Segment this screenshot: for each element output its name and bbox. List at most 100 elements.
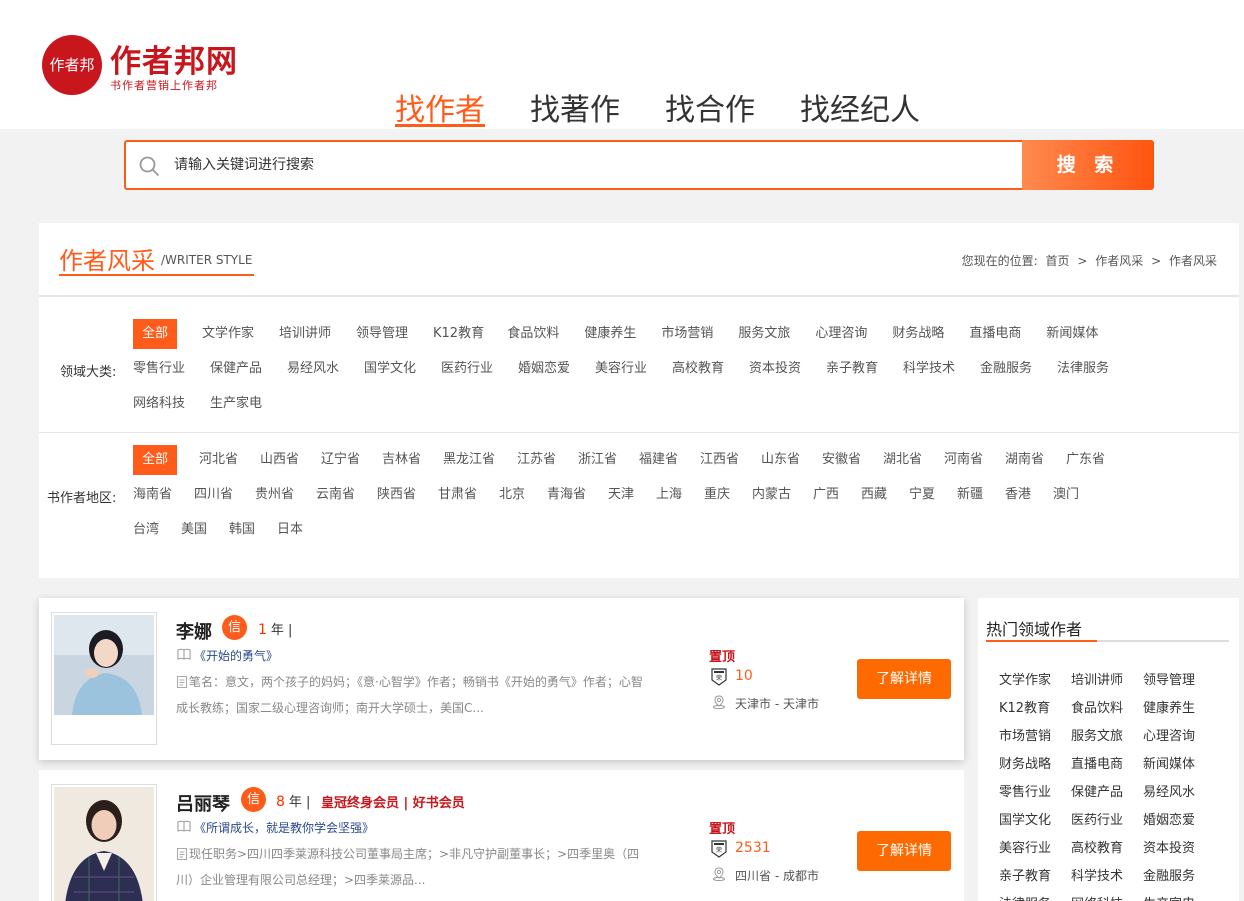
region-tag[interactable]: 甘肃省 xyxy=(438,480,477,510)
search-input[interactable] xyxy=(174,142,1014,188)
sidebar-domain-tag[interactable]: 服务文旅 xyxy=(1071,725,1123,744)
region-tag[interactable]: 黑龙江省 xyxy=(443,445,495,475)
domain-tag[interactable]: 食品饮料 xyxy=(507,319,559,349)
region-tag[interactable]: 浙江省 xyxy=(578,445,617,475)
sidebar-domain-tag[interactable]: 美容行业 xyxy=(999,837,1051,856)
sidebar-domain-tag[interactable]: 健康养生 xyxy=(1143,697,1195,716)
region-tag[interactable]: 广东省 xyxy=(1066,445,1105,475)
sidebar-domain-tag[interactable]: 国学文化 xyxy=(999,809,1051,828)
domain-tag[interactable]: 高校教育 xyxy=(672,354,724,384)
region-tag[interactable]: 山西省 xyxy=(260,445,299,475)
region-tag[interactable]: 全部 xyxy=(133,445,178,475)
domain-tag[interactable]: 服务文旅 xyxy=(738,319,790,349)
sidebar-domain-tag[interactable]: 科学技术 xyxy=(1071,865,1123,884)
domain-tag[interactable]: 法律服务 xyxy=(1057,354,1109,384)
domain-tag[interactable]: 市场营销 xyxy=(661,319,713,349)
logo-badge[interactable]: 作者邦 xyxy=(42,35,102,95)
sidebar-domain-tag[interactable]: 心理咨询 xyxy=(1143,725,1195,744)
region-tag[interactable]: 海南省 xyxy=(133,480,172,510)
region-tag[interactable]: 韩国 xyxy=(229,515,255,545)
domain-tag[interactable]: 资本投资 xyxy=(749,354,801,384)
region-tag[interactable]: 澳门 xyxy=(1053,480,1079,510)
domain-tag[interactable]: 培训讲师 xyxy=(279,319,331,349)
author-photo-frame[interactable] xyxy=(51,784,157,901)
sidebar-domain-tag[interactable]: 食品饮料 xyxy=(1071,697,1123,716)
region-tag[interactable]: 台湾 xyxy=(133,515,159,545)
region-tag[interactable]: 云南省 xyxy=(316,480,355,510)
region-tag[interactable]: 湖南省 xyxy=(1005,445,1044,475)
domain-tag[interactable]: 生产家电 xyxy=(210,389,262,419)
domain-tag[interactable]: 文学作家 xyxy=(202,319,254,349)
region-tag[interactable]: 江西省 xyxy=(700,445,739,475)
region-tag[interactable]: 辽宁省 xyxy=(321,445,360,475)
domain-tag[interactable]: 直播电商 xyxy=(969,319,1021,349)
sidebar-domain-tag[interactable]: 文学作家 xyxy=(999,669,1051,688)
region-tag[interactable]: 青海省 xyxy=(547,480,586,510)
region-tag[interactable]: 北京 xyxy=(499,480,525,510)
sidebar-domain-tag[interactable]: 保健产品 xyxy=(1071,781,1123,800)
domain-tag[interactable]: 心理咨询 xyxy=(815,319,867,349)
domain-tag[interactable]: 亲子教育 xyxy=(826,354,878,384)
region-tag[interactable]: 日本 xyxy=(277,515,303,545)
domain-tag[interactable]: 金融服务 xyxy=(980,354,1032,384)
region-tag[interactable]: 江苏省 xyxy=(517,445,556,475)
search-button[interactable]: 搜 索 xyxy=(1022,140,1154,190)
sidebar-domain-tag[interactable]: 财务战略 xyxy=(999,753,1051,772)
domain-tag[interactable]: K12教育 xyxy=(433,319,484,349)
domain-tag[interactable]: 健康养生 xyxy=(584,319,636,349)
region-tag[interactable]: 湖北省 xyxy=(883,445,922,475)
logo-name[interactable]: 作者邦网 xyxy=(110,36,238,81)
region-tag[interactable]: 内蒙古 xyxy=(752,480,791,510)
domain-tag[interactable]: 国学文化 xyxy=(364,354,416,384)
sidebar-domain-tag[interactable]: 新闻媒体 xyxy=(1143,753,1195,772)
sidebar-domain-tag[interactable]: 市场营销 xyxy=(999,725,1051,744)
sidebar-domain-tag[interactable]: 医药行业 xyxy=(1071,809,1123,828)
sidebar-domain-tag[interactable]: 零售行业 xyxy=(999,781,1051,800)
nav-find-author[interactable]: 找作者 xyxy=(395,85,485,129)
author-name[interactable]: 李娜 xyxy=(176,618,212,644)
region-tag[interactable]: 广西 xyxy=(813,480,839,510)
region-tag[interactable]: 河北省 xyxy=(199,445,238,475)
region-tag[interactable]: 四川省 xyxy=(194,480,233,510)
domain-tag[interactable]: 科学技术 xyxy=(903,354,955,384)
sidebar-domain-tag[interactable]: 资本投资 xyxy=(1143,837,1195,856)
region-tag[interactable]: 美国 xyxy=(181,515,207,545)
domain-tag[interactable]: 全部 xyxy=(133,319,178,349)
region-tag[interactable]: 吉林省 xyxy=(382,445,421,475)
book-title-link[interactable]: 《开始的勇气》 xyxy=(194,647,278,664)
sidebar-domain-tag[interactable]: 领导管理 xyxy=(1143,669,1195,688)
region-tag[interactable]: 西藏 xyxy=(861,480,887,510)
domain-tag[interactable]: 财务战略 xyxy=(892,319,944,349)
nav-find-works[interactable]: 找著作 xyxy=(530,85,620,129)
sidebar-domain-tag[interactable]: 易经风水 xyxy=(1143,781,1195,800)
sidebar-domain-tag[interactable]: 网络科技 xyxy=(1071,893,1123,901)
region-tag[interactable]: 山东省 xyxy=(761,445,800,475)
nav-find-cooperation[interactable]: 找合作 xyxy=(665,85,755,129)
region-tag[interactable]: 新疆 xyxy=(957,480,983,510)
domain-tag[interactable]: 美容行业 xyxy=(595,354,647,384)
domain-tag[interactable]: 新闻媒体 xyxy=(1046,319,1098,349)
book-title-link[interactable]: 《所谓成长，就是教你学会坚强》 xyxy=(194,819,374,836)
region-tag[interactable]: 安徽省 xyxy=(822,445,861,475)
sidebar-domain-tag[interactable]: 培训讲师 xyxy=(1071,669,1123,688)
sidebar-domain-tag[interactable]: 直播电商 xyxy=(1071,753,1123,772)
nav-find-agent[interactable]: 找经纪人 xyxy=(800,85,920,129)
domain-tag[interactable]: 零售行业 xyxy=(133,354,185,384)
breadcrumb-section[interactable]: 作者风采 xyxy=(1095,254,1143,268)
sidebar-domain-tag[interactable]: 生产家电 xyxy=(1143,893,1195,901)
sidebar-domain-tag[interactable]: 高校教育 xyxy=(1071,837,1123,856)
sidebar-domain-tag[interactable]: 金融服务 xyxy=(1143,865,1195,884)
sidebar-domain-tag[interactable]: 法律服务 xyxy=(999,893,1051,901)
author-name[interactable]: 吕丽琴 xyxy=(176,790,230,816)
sidebar-domain-tag[interactable]: 亲子教育 xyxy=(999,865,1051,884)
domain-tag[interactable]: 保健产品 xyxy=(210,354,262,384)
breadcrumb-current[interactable]: 作者风采 xyxy=(1169,254,1217,268)
view-details-button[interactable]: 了解详情 xyxy=(857,659,951,699)
domain-tag[interactable]: 领导管理 xyxy=(356,319,408,349)
region-tag[interactable]: 贵州省 xyxy=(255,480,294,510)
breadcrumb-home[interactable]: 首页 xyxy=(1046,254,1070,268)
region-tag[interactable]: 河南省 xyxy=(944,445,983,475)
sidebar-domain-tag[interactable]: 婚姻恋爱 xyxy=(1143,809,1195,828)
region-tag[interactable]: 宁夏 xyxy=(909,480,935,510)
region-tag[interactable]: 陕西省 xyxy=(377,480,416,510)
